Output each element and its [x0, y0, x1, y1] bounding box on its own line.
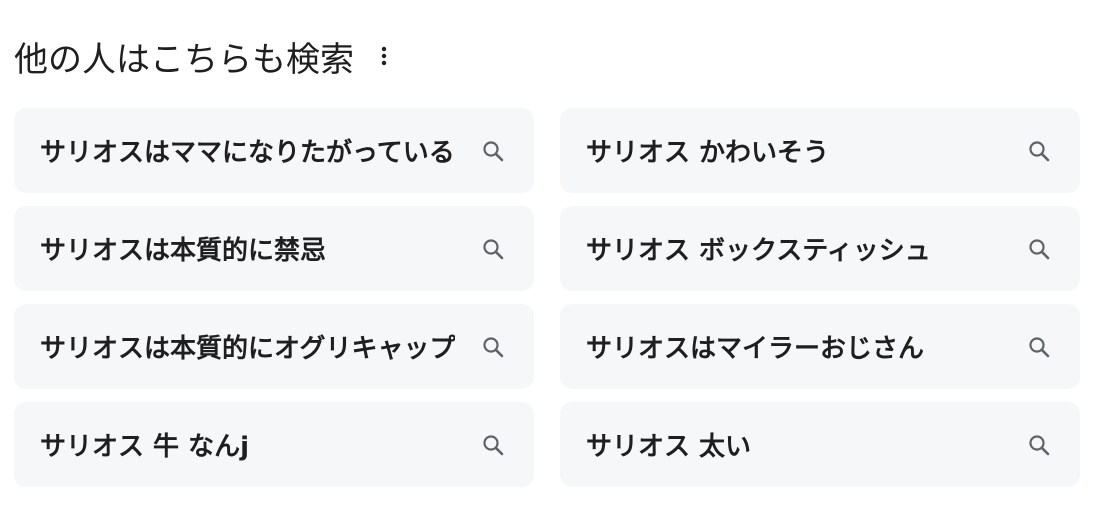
related-search-chip[interactable]: サリオスはマイラーおじさん	[560, 304, 1080, 389]
section-title: 他の人はこちらも検索	[14, 39, 354, 80]
related-searches-grid: サリオスはママになりたがっている サリオス かわいそう サリオスは本質的に禁忌 …	[14, 108, 1080, 487]
related-search-text: サリオスは本質的に禁忌	[40, 236, 327, 266]
search-icon	[1026, 138, 1052, 164]
related-search-chip[interactable]: サリオスは本質的にオグリキャップ	[14, 304, 534, 389]
related-search-text: サリオスは本質的にオグリキャップ	[40, 334, 456, 364]
search-icon	[480, 432, 506, 458]
related-search-chip[interactable]: サリオスはママになりたがっている	[14, 108, 534, 193]
related-search-text: サリオスはママになりたがっている	[40, 138, 455, 168]
search-icon	[1026, 236, 1052, 262]
search-icon	[480, 236, 506, 262]
related-search-text: サリオス かわいそう	[586, 138, 830, 168]
related-search-chip[interactable]: サリオス かわいそう	[560, 108, 1080, 193]
search-icon	[1026, 334, 1052, 360]
search-icon	[1026, 432, 1052, 458]
search-icon	[480, 334, 506, 360]
more-options-button[interactable]	[372, 36, 396, 76]
related-search-text: サリオス 太い	[586, 432, 752, 462]
related-search-text: サリオス ボックスティッシュ	[586, 236, 931, 266]
related-search-chip[interactable]: サリオス 牛 なんj	[14, 402, 534, 487]
search-icon	[480, 138, 506, 164]
related-search-text: サリオスはマイラーおじさん	[586, 334, 925, 364]
related-search-chip[interactable]: サリオスは本質的に禁忌	[14, 206, 534, 291]
related-searches-header: 他の人はこちらも検索	[14, 30, 396, 82]
related-search-chip[interactable]: サリオス 太い	[560, 402, 1080, 487]
more-vert-icon	[381, 46, 387, 66]
related-search-chip[interactable]: サリオス ボックスティッシュ	[560, 206, 1080, 291]
related-search-text: サリオス 牛 なんj	[40, 432, 250, 462]
